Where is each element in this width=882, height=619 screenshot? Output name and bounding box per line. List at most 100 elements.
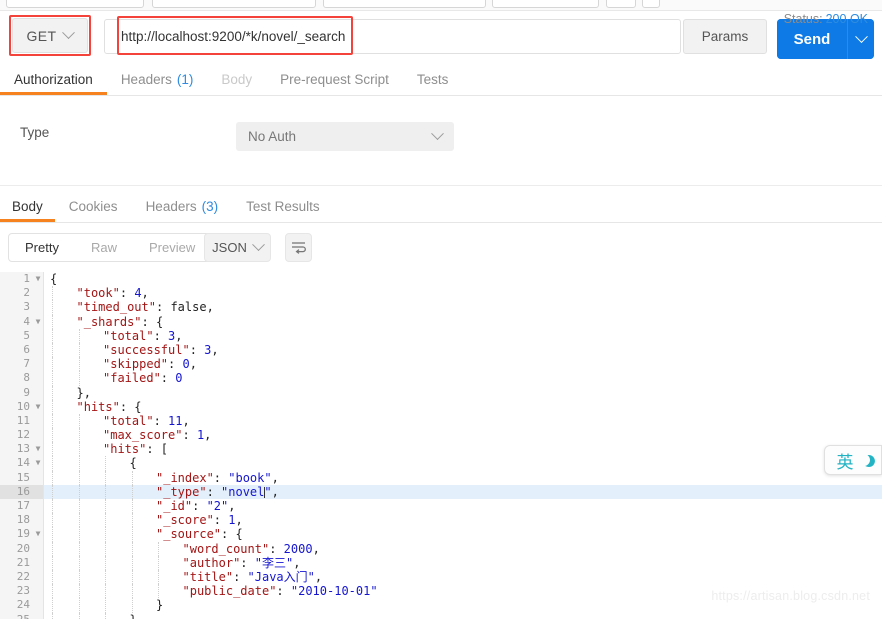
tab-cookies[interactable]: Cookies [55,190,132,222]
indent-guide [158,584,159,599]
code-text: } [130,613,137,619]
code-line[interactable]: 20 "word_count": 2000, [0,541,882,556]
chevron-down-icon [251,238,265,252]
code-line[interactable]: 1 ▼ { [0,272,882,287]
code-token: "novel [221,484,265,499]
response-body-code[interactable]: 1 ▼{2 "took": 4, 3 "timed_out": false, 4 ▼ "_sh… [0,272,882,619]
ime-mode-label: 英 [836,452,854,473]
indent-guide [131,584,133,599]
indent-guide [105,484,106,499]
indent-guide [131,470,133,485]
top-chip-2[interactable] [152,0,316,8]
format-select[interactable]: JSON [204,233,271,262]
indent-guide [52,499,53,514]
tab-count: (3) [201,198,219,214]
code-line[interactable]: 8 "failed": 0 [0,371,882,386]
code-token: "title" [182,569,234,584]
code-token: "_index" [156,470,214,485]
line-number: 14 [16,456,30,470]
fold-arrow-icon[interactable]: ▼ [34,400,42,414]
code-line[interactable]: 13 ▼ "hits": [ [0,442,882,457]
indent-guide [131,541,133,556]
code-line[interactable]: 22 "title": "Java入门", [0,569,882,585]
top-chip-6[interactable] [642,0,660,8]
tab-test-results[interactable]: Test Results [232,190,334,222]
indent-guide [78,413,80,429]
response-tabs: Body Cookies Headers (3) Test Results [0,185,882,223]
indent-guide [78,328,80,343]
viewer-mode-preview[interactable]: Preview [133,234,211,261]
tab-authorization[interactable]: Authorization [0,63,107,95]
fold-arrow-icon[interactable]: ▼ [34,442,42,456]
code-line[interactable]: 11 "total": 11, [0,413,882,429]
indent-guide [78,442,80,457]
code-token: : [189,342,205,357]
code-text: "successful": 3, [103,343,219,357]
code-line[interactable]: 17 "_id": "2", [0,499,882,514]
chevron-down-icon [854,29,868,43]
top-chip-5[interactable] [606,0,636,8]
indent-guide [52,286,53,301]
line-number: 15 [16,470,30,484]
code-line[interactable]: 3 "timed_out": false, [0,300,882,315]
code-line[interactable]: 5 "total": 3, [0,328,882,343]
code-line[interactable]: 25} [0,612,882,619]
code-token: 11 [168,413,183,428]
tab-pre-request-script[interactable]: Pre-request Script [266,63,403,95]
viewer-mode-raw[interactable]: Raw [75,234,133,261]
indent-guide [52,555,53,570]
code-line[interactable]: 19 ▼ "_source": { [0,527,882,542]
fold-arrow-icon[interactable]: ▼ [34,527,42,541]
word-wrap-button[interactable] [285,233,312,262]
auth-type-select[interactable]: No Auth [236,122,454,151]
ime-indicator[interactable]: 英 [824,445,882,475]
code-line[interactable]: 6 "successful": 3, [0,342,882,358]
tab-headers[interactable]: Headers (3) [132,190,233,222]
line-number: 21 [16,555,30,569]
code-text: "title": "Java入门", [183,570,323,584]
code-token: : [233,569,248,584]
code-token: "_score" [156,513,214,528]
code-line[interactable]: 18 "_score": 1, [0,513,882,528]
line-number: 1 [23,272,30,285]
line-number: 6 [23,342,30,356]
indent-guide [131,569,133,585]
indent-guide [52,442,53,457]
fold-arrow-icon[interactable]: ▼ [34,456,42,470]
tab-body[interactable]: Body [0,190,55,222]
code-line[interactable]: 9}, [0,385,882,400]
crescent-moon-icon [856,452,872,468]
code-line[interactable]: 7 "skipped": 0, [0,357,882,372]
top-chip-4[interactable] [492,0,599,8]
indent-guide [158,555,159,570]
top-chip-1[interactable] [6,0,144,8]
code-line[interactable]: 15 "_index": "book", [0,470,882,485]
viewer-mode-pretty[interactable]: Pretty [9,234,75,261]
indent-guide [52,484,53,499]
status-label: Status: [783,12,823,26]
code-line[interactable]: 4 ▼ "_shards": { [0,314,882,329]
top-chip-3[interactable] [323,0,486,8]
status-value: 200 OK [825,12,868,26]
code-line[interactable]: 12 "max_score": 1, [0,428,882,443]
code-token: : [192,499,207,513]
tab-headers[interactable]: Headers (1) [107,63,208,95]
code-line[interactable]: 14 ▼ { [0,456,882,471]
line-number: 16 [16,484,30,498]
indent-guide [52,385,53,400]
fold-arrow-icon[interactable]: ▼ [34,272,42,286]
code-line[interactable]: 21 "author": "李三", [0,555,882,570]
code-token: "Java入门" [247,569,315,584]
indent-guide [131,598,133,613]
line-number: 2 [23,286,30,300]
code-line[interactable]: 16 "_type": "novel", [0,484,882,499]
fold-arrow-icon[interactable]: ▼ [34,315,42,329]
code-token: : [269,541,284,556]
params-button[interactable]: Params [683,19,767,54]
tab-body[interactable]: Body [207,63,266,95]
code-line[interactable]: 10 ▼ "hits": { [0,399,882,414]
code-text: "timed_out": false, [77,300,214,314]
indent-guide [52,413,53,429]
tab-tests[interactable]: Tests [403,63,463,95]
code-line[interactable]: 2 "took": 4, [0,286,882,301]
